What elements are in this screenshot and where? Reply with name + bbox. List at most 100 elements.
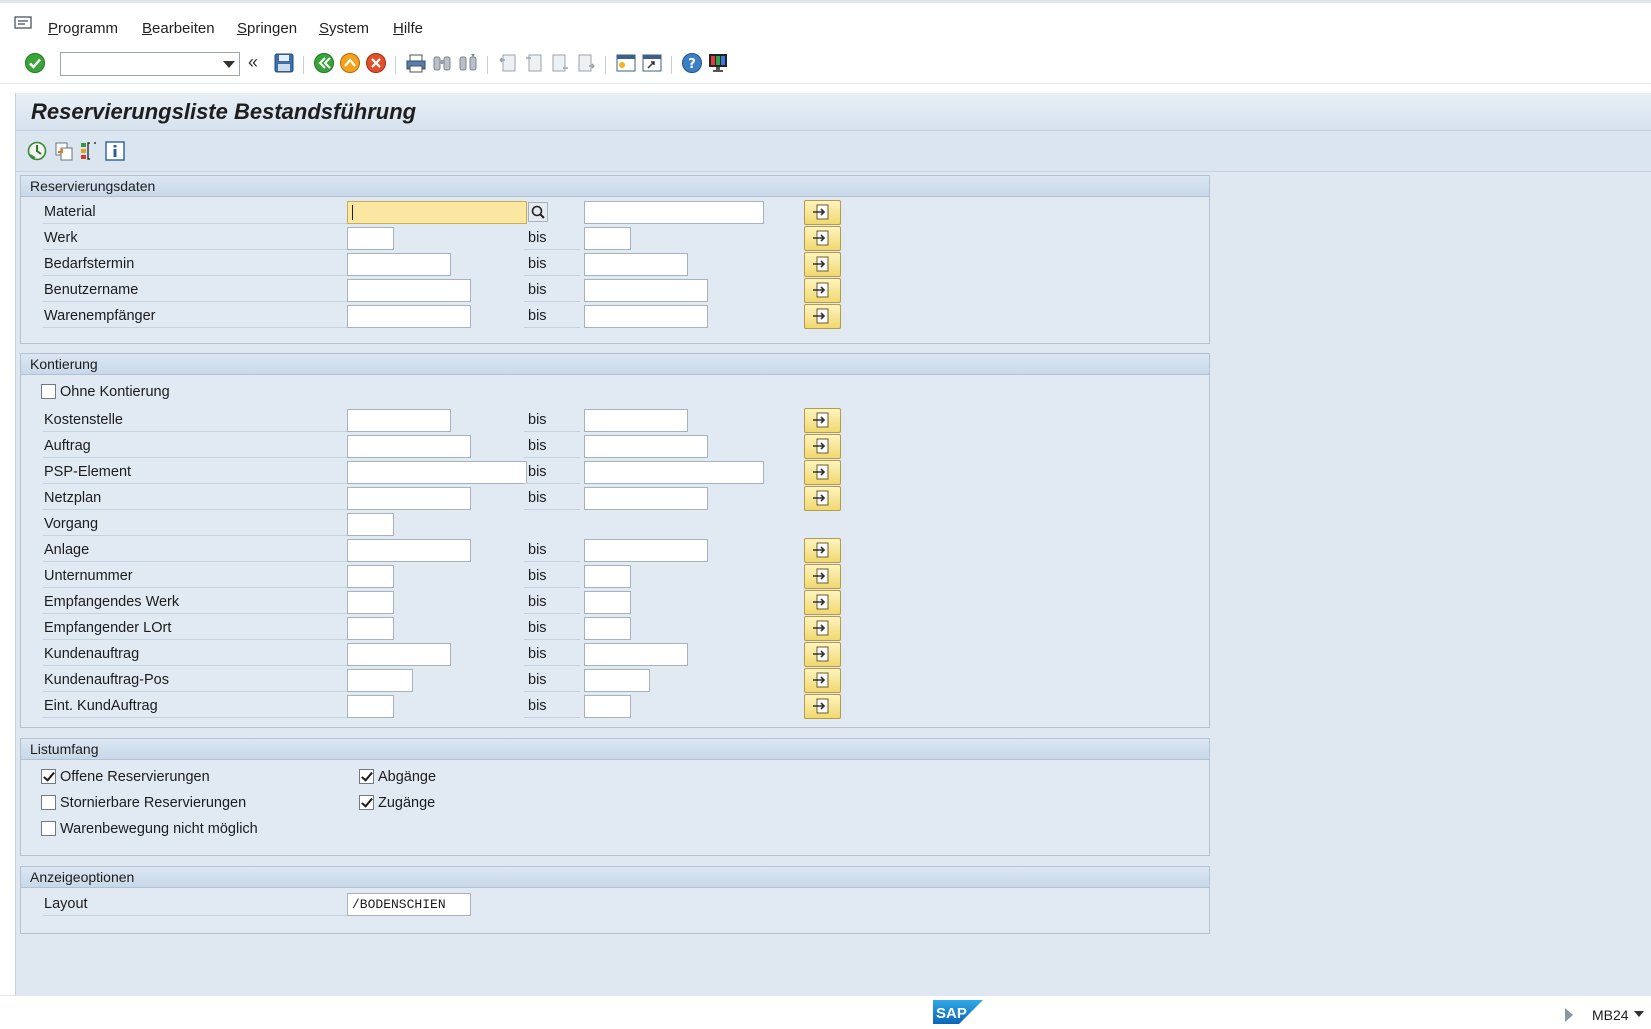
- empfangender-lort-from-input[interactable]: [347, 617, 394, 640]
- shortcut-icon[interactable]: [641, 52, 663, 74]
- material-to-input[interactable]: [584, 201, 764, 224]
- layout-input[interactable]: /BODENSCHIEN: [347, 893, 471, 916]
- offene-reservierungen-checkbox[interactable]: [41, 769, 56, 784]
- menu-springen[interactable]: Springen: [237, 20, 297, 37]
- multiple-selection-button[interactable]: [804, 252, 841, 277]
- benutzername-to-input[interactable]: [584, 279, 708, 302]
- material-from-input[interactable]: [347, 201, 527, 224]
- warenbewegung-nicht-moeglich-checkbox[interactable]: [41, 821, 56, 836]
- back-icon[interactable]: [313, 52, 335, 74]
- bedarfstermin-to-input[interactable]: [584, 253, 688, 276]
- save-icon[interactable]: [273, 52, 295, 74]
- anlage-from-input[interactable]: [347, 539, 471, 562]
- netzplan-to-input[interactable]: [584, 487, 708, 510]
- first-page-icon[interactable]: [497, 52, 519, 74]
- netzplan-from-input[interactable]: [347, 487, 471, 510]
- kostenstelle-to-input[interactable]: [584, 409, 688, 432]
- multiple-selection-button[interactable]: [804, 590, 841, 615]
- warenempfaenger-to-input[interactable]: [584, 305, 708, 328]
- kundenauftrag-pos-to-input[interactable]: [584, 669, 650, 692]
- multiple-selection-button[interactable]: [804, 200, 841, 225]
- customize-layout-icon[interactable]: [707, 52, 729, 74]
- field-label: Vorgang: [43, 514, 349, 536]
- multiple-selection-button[interactable]: [804, 668, 841, 693]
- status-expand-icon[interactable]: [1565, 1008, 1573, 1022]
- row-psp-element: PSP-Element bis: [21, 459, 1211, 485]
- execute-icon[interactable]: [26, 140, 48, 162]
- menu-system[interactable]: System: [319, 20, 369, 37]
- multiple-selection-button[interactable]: [804, 226, 841, 251]
- bis-label: bis: [524, 254, 580, 276]
- field-label: Material: [43, 202, 349, 224]
- eint-kundauftrag-to-input[interactable]: [584, 695, 631, 718]
- chevron-down-icon[interactable]: [223, 61, 235, 68]
- unternummer-from-input[interactable]: [347, 565, 394, 588]
- werk-to-input[interactable]: [584, 227, 631, 250]
- kundenauftrag-from-input[interactable]: [347, 643, 451, 666]
- abgaenge-checkbox[interactable]: [359, 769, 374, 784]
- menu-hilfe[interactable]: Hilfe: [393, 20, 423, 37]
- help-icon[interactable]: ?: [681, 52, 703, 74]
- empfangendes-werk-to-input[interactable]: [584, 591, 631, 614]
- werk-from-input[interactable]: [347, 227, 394, 250]
- collapse-command-icon[interactable]: «: [248, 52, 270, 74]
- field-label: Kundenauftrag: [43, 644, 349, 666]
- bedarfstermin-from-input[interactable]: [347, 253, 451, 276]
- menu-programm[interactable]: Programm: [48, 20, 118, 37]
- kundenauftrag-to-input[interactable]: [584, 643, 688, 666]
- command-field[interactable]: [60, 52, 240, 76]
- psp-element-to-input[interactable]: [584, 461, 764, 484]
- eint-kundauftrag-from-input[interactable]: [347, 695, 394, 718]
- zugaenge-checkbox[interactable]: [359, 795, 374, 810]
- multiple-selection-button[interactable]: [804, 616, 841, 641]
- psp-element-from-input[interactable]: [347, 461, 527, 484]
- empfangendes-werk-from-input[interactable]: [347, 591, 394, 614]
- print-icon[interactable]: [405, 52, 427, 74]
- multiple-selection-button[interactable]: [804, 486, 841, 511]
- multiple-selection-button[interactable]: [804, 694, 841, 719]
- cancel-icon[interactable]: [365, 52, 387, 74]
- unternummer-to-input[interactable]: [584, 565, 631, 588]
- kundenauftrag-pos-from-input[interactable]: [347, 669, 413, 692]
- selection-options-icon[interactable]: [78, 140, 100, 162]
- empfangender-lort-to-input[interactable]: [584, 617, 631, 640]
- get-variant-icon[interactable]: [53, 140, 75, 162]
- row-unternummer: Unternummer bis: [21, 563, 1211, 589]
- exit-icon[interactable]: [339, 52, 361, 74]
- auftrag-from-input[interactable]: [347, 435, 471, 458]
- anlage-to-input[interactable]: [584, 539, 708, 562]
- kostenstelle-from-input[interactable]: [347, 409, 451, 432]
- checkbox-label: Offene Reservierungen: [60, 769, 210, 785]
- multiple-selection-button[interactable]: [804, 408, 841, 433]
- multiple-selection-button[interactable]: [804, 642, 841, 667]
- multiple-selection-button[interactable]: [804, 434, 841, 459]
- previous-page-icon[interactable]: [523, 52, 545, 74]
- warenempfaenger-from-input[interactable]: [347, 305, 471, 328]
- new-session-icon[interactable]: [615, 52, 637, 74]
- next-page-icon[interactable]: [549, 52, 571, 74]
- field-label: Empfangendes Werk: [43, 592, 349, 614]
- multiple-selection-button[interactable]: [804, 304, 841, 329]
- multiple-selection-button[interactable]: [804, 538, 841, 563]
- benutzername-from-input[interactable]: [347, 279, 471, 302]
- ohne-kontierung-checkbox[interactable]: [41, 384, 56, 399]
- search-help-icon[interactable]: [528, 202, 548, 222]
- vorgang-input[interactable]: [347, 513, 394, 536]
- multiple-selection-button[interactable]: [804, 564, 841, 589]
- field-label: Kundenauftrag-Pos: [43, 670, 349, 692]
- menu-icon[interactable]: [14, 16, 32, 30]
- multiple-selection-button[interactable]: [804, 460, 841, 485]
- bis-label: bis: [524, 540, 580, 562]
- find-next-icon[interactable]: [457, 52, 479, 74]
- find-icon[interactable]: [431, 52, 453, 74]
- row-vorgang: Vorgang: [21, 511, 1211, 537]
- auftrag-to-input[interactable]: [584, 435, 708, 458]
- bis-label: bis: [524, 462, 580, 484]
- menu-bearbeiten[interactable]: Bearbeiten: [142, 20, 215, 37]
- last-page-icon[interactable]: [575, 52, 597, 74]
- enter-icon[interactable]: [24, 52, 46, 74]
- multiple-selection-button[interactable]: [804, 278, 841, 303]
- info-icon[interactable]: [104, 140, 126, 162]
- stornierbare-reservierungen-checkbox[interactable]: [41, 795, 56, 810]
- chevron-down-icon[interactable]: [1634, 1011, 1644, 1017]
